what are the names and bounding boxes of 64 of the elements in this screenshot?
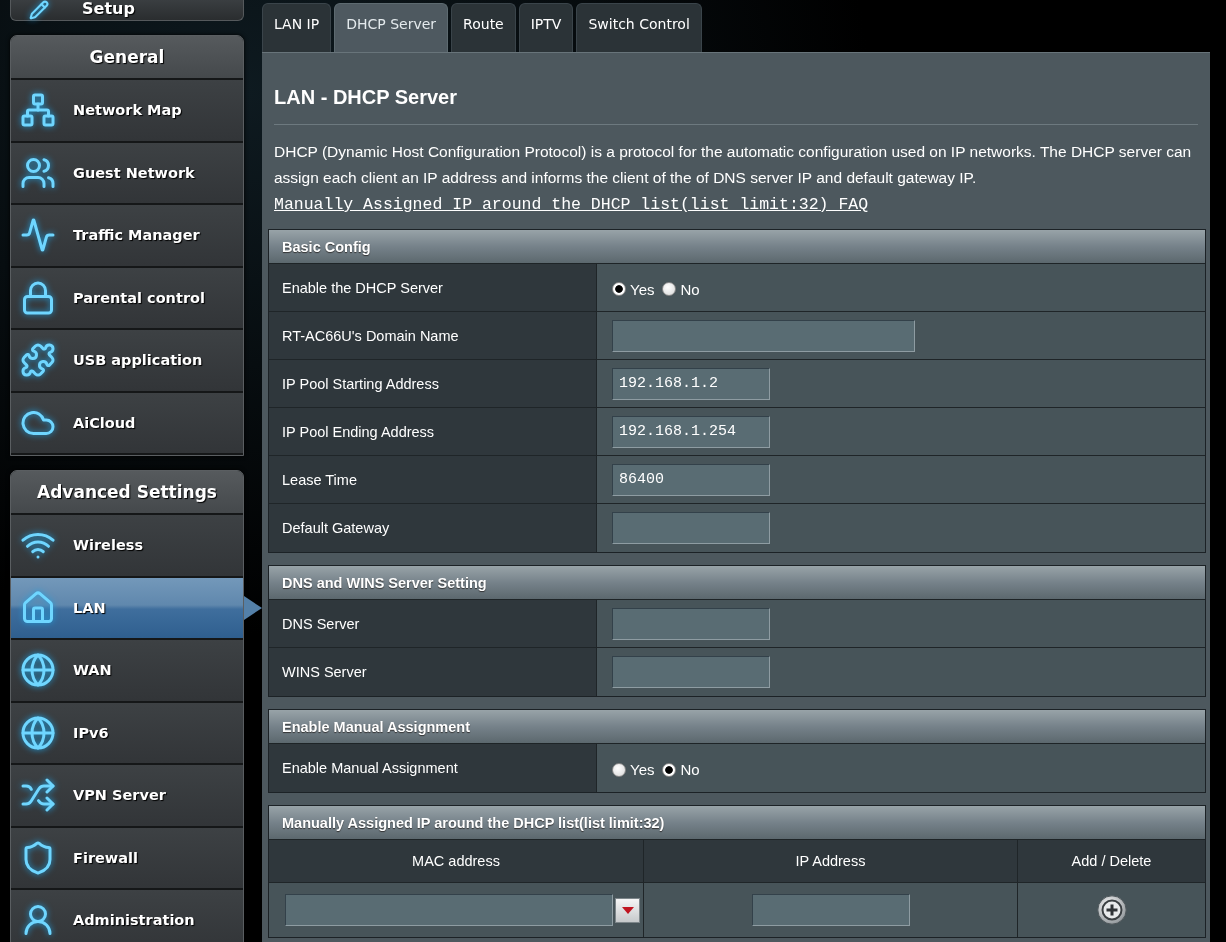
tab[interactable]: IPTV — [518, 3, 574, 52]
input-field[interactable]: 86400 — [612, 463, 770, 496]
sidebar-item[interactable]: WAN — [11, 640, 243, 703]
lock-icon — [20, 279, 56, 316]
setting-label: Enable Manual Assignment — [269, 744, 597, 792]
crossed-arrows-icon — [20, 777, 56, 814]
zigzag-line-icon — [20, 217, 56, 254]
globe-icon — [20, 652, 56, 689]
page-title: LAN - DHCP Server — [274, 85, 459, 109]
column-header: MAC address — [269, 840, 644, 882]
radio-option[interactable]: No — [662, 277, 700, 298]
add-icon[interactable] — [1096, 895, 1127, 925]
description-text: DHCP (Dynamic Host Configuration Protocol) is a protocol for the automatic configuration used on IP networks. The DHCP server can assign each client an IP address and informs the client of the of DNS server IP and default gateway IP. — [274, 142, 1193, 188]
house-icon — [20, 589, 56, 626]
sidebar-item[interactable]: Guest Network — [11, 142, 243, 205]
dropdown-button[interactable] — [615, 897, 640, 923]
sidebar-item[interactable]: AiCloud — [11, 392, 243, 455]
section-header: DNS and WINS Server Setting — [269, 566, 1205, 600]
input-field[interactable] — [285, 894, 613, 926]
sidebar-item[interactable]: VPN Server — [11, 765, 243, 828]
sidebar-item[interactable]: Parental control — [11, 267, 243, 330]
tab[interactable]: Route — [451, 3, 516, 52]
radio-option[interactable]: Yes — [612, 758, 655, 778]
column-header: Add / Delete — [1018, 840, 1205, 882]
setting-label: IP Pool Ending Address — [269, 408, 597, 455]
input-field[interactable]: 192.168.1.254 — [612, 415, 770, 448]
faq-link[interactable]: Manually Assigned IP around the DHCP list(list limit:32) FAQ — [274, 192, 869, 218]
sidebar-item[interactable]: Network Map — [11, 80, 243, 143]
setting-label: Lease Time — [269, 456, 597, 503]
globe-icon — [20, 714, 56, 751]
input-field[interactable]: 192.168.1.2 — [612, 367, 770, 400]
input-field[interactable] — [612, 607, 770, 640]
input-field[interactable] — [612, 656, 770, 688]
setting-label: WINS Server — [269, 648, 597, 696]
puzzle-icon — [20, 342, 56, 379]
pencil-icon — [29, 0, 49, 20]
input-field[interactable] — [612, 512, 770, 544]
radio-option[interactable]: No — [662, 758, 700, 778]
setting-label: Default Gateway — [269, 504, 597, 552]
section-header: Manually Assigned IP around the DHCP list(list limit:32) — [269, 806, 1205, 840]
sidebar-item[interactable]: Firewall — [11, 827, 243, 890]
sidebar-item[interactable]: Administration — [11, 890, 243, 942]
sidebar-heading: Advanced Settings — [11, 471, 243, 515]
setting-label: Enable the DHCP Server — [269, 264, 597, 311]
network-icon — [20, 92, 56, 129]
setting-label: RT-AC66U's Domain Name — [269, 312, 597, 359]
input-field[interactable] — [612, 319, 915, 352]
sidebar-item[interactable]: Traffic Manager — [11, 205, 243, 268]
sidebar-heading: General — [11, 36, 243, 80]
setting-label: IP Pool Starting Address — [269, 360, 597, 407]
sidebar-item[interactable]: IPv6 — [11, 702, 243, 765]
tab[interactable]: Switch Control — [576, 3, 702, 52]
sidebar-item[interactable]: Setup — [10, 0, 244, 21]
sidebar-item[interactable]: Wireless — [11, 515, 243, 578]
setting-label: DNS Server — [269, 600, 597, 647]
caret-down-icon — [621, 906, 634, 914]
section-header: Basic Config — [269, 230, 1205, 264]
tab[interactable]: LAN IP — [262, 3, 332, 52]
input-field[interactable] — [751, 894, 910, 926]
column-header: IP Address — [644, 840, 1018, 882]
sidebar-item[interactable]: USB application — [11, 330, 243, 393]
tab[interactable]: DHCP Server — [334, 3, 449, 52]
section-header: Enable Manual Assignment — [269, 710, 1205, 744]
radio-option[interactable]: Yes — [612, 277, 655, 298]
